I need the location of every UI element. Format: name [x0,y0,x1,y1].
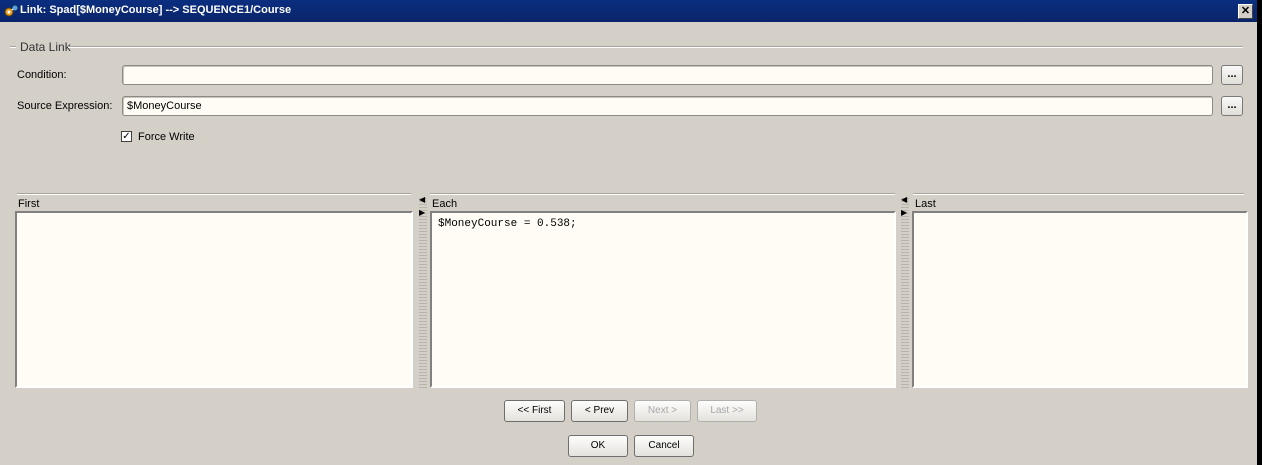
condition-input[interactable] [122,65,1213,85]
last-code-editor[interactable] [912,211,1248,388]
force-write-label[interactable]: Force Write [138,131,195,143]
checkmark-icon: ✓ [122,131,131,142]
link-dialog-window: Link: Spad[$MoneyCourse] --> SEQUENCE1/C… [0,0,1262,465]
cancel-button[interactable]: Cancel [634,435,694,457]
group-divider [68,46,1243,48]
nav-next-button[interactable]: Next > [634,400,691,422]
first-each-splitter[interactable]: ◀ ▶ [419,196,427,388]
group-divider-left [10,46,16,48]
nav-first-button[interactable]: << First [504,400,565,422]
splitter-right-arrow-icon[interactable]: ▶ [901,209,907,217]
source-expression-browse-button[interactable]: ... [1221,96,1243,116]
nav-last-button[interactable]: Last >> [697,400,757,422]
link-gear-icon [4,4,19,17]
splitter-left-arrow-icon[interactable]: ◀ [901,196,907,204]
source-expression-input[interactable] [122,96,1213,116]
splitter-left-arrow-icon[interactable]: ◀ [419,196,425,204]
each-panel-divider [430,193,895,195]
each-panel-label: Each [432,198,458,210]
condition-browse-button[interactable]: ... [1221,65,1243,85]
splitter-right-arrow-icon[interactable]: ▶ [419,209,425,217]
each-code-editor[interactable]: $MoneyCourse = 0.538; [430,211,896,388]
nav-prev-button[interactable]: < Prev [571,400,628,422]
source-expression-label: Source Expression: [17,100,113,112]
window-title: Link: Spad[$MoneyCourse] --> SEQUENCE1/C… [20,4,292,16]
force-write-checkbox[interactable]: ✓ [121,131,132,142]
close-button[interactable]: ✕ [1238,4,1253,19]
data-link-group-label: Data Link [18,40,73,54]
close-icon: ✕ [1240,5,1251,17]
ok-button[interactable]: OK [568,435,628,457]
first-panel-label: First [18,198,40,210]
condition-label: Condition: [17,69,67,81]
last-panel-label: Last [915,198,936,210]
first-code-editor[interactable] [15,211,413,388]
each-last-splitter[interactable]: ◀ ▶ [901,196,909,388]
first-panel-divider [17,193,411,195]
title-bar[interactable]: Link: Spad[$MoneyCourse] --> SEQUENCE1/C… [0,0,1257,22]
last-panel-divider [913,193,1244,195]
